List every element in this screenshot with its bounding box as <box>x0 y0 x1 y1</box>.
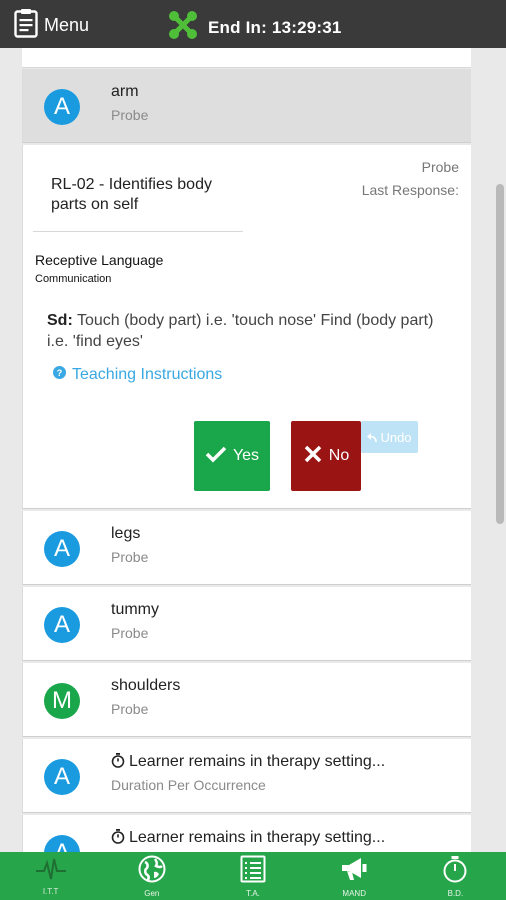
help-icon: ? <box>53 366 66 384</box>
nav-item-itt[interactable]: I.T.T <box>0 852 101 900</box>
item-title: legs <box>111 525 141 542</box>
menu-button[interactable]: Menu <box>14 8 89 42</box>
item-title-row: Learner remains in therapy setting... <box>111 753 385 773</box>
list-item[interactable]: A legs Probe <box>22 511 471 585</box>
x-icon <box>303 444 323 469</box>
top-bar: Menu End In: 13:29:31 <box>0 0 506 48</box>
item-title-row: Learner remains in therapy setting... <box>111 829 385 849</box>
undo-label: Undo <box>380 429 412 445</box>
trial-list[interactable]: A arm Probe RL-02 - Identifies body part… <box>0 48 506 852</box>
nav-label: B.D. <box>447 889 464 898</box>
item-title: tummy <box>111 601 159 618</box>
list-item[interactable]: A tummy Probe <box>22 587 471 661</box>
subdomain-label: Communication <box>35 273 112 285</box>
sd-instruction: Sd: Touch (body part) i.e. 'touch nose' … <box>47 310 437 352</box>
sd-label: Sd: <box>47 312 73 329</box>
bottom-nav: I.T.T Gen T.A. MAND B.D. <box>0 852 506 900</box>
level-badge: M <box>44 683 80 719</box>
timer-label: End In: 13:29:31 <box>208 17 342 37</box>
globe-icon <box>138 855 166 888</box>
divider <box>33 231 243 232</box>
nav-label: Gen <box>144 889 160 898</box>
sd-text: Touch (body part) i.e. 'touch nose' Find… <box>47 312 434 350</box>
level-badge: A <box>44 531 80 567</box>
svg-text:?: ? <box>57 368 63 378</box>
list-item-partial[interactable] <box>22 48 471 68</box>
item-subtitle: Probe <box>111 625 149 641</box>
item-subtitle: Probe <box>111 549 149 565</box>
probe-label: Probe <box>421 159 459 175</box>
target-detail-panel: RL-02 - Identifies body parts on self Pr… <box>22 145 471 509</box>
menu-label: Menu <box>44 14 90 35</box>
clipboard-icon <box>14 8 38 43</box>
target-name: RL-02 - Identifies body parts on self <box>51 176 212 213</box>
no-label: No <box>328 447 350 464</box>
no-button[interactable]: No <box>291 421 361 491</box>
nav-item-mand[interactable]: MAND <box>304 852 405 900</box>
yes-button[interactable]: Yes <box>194 421 270 491</box>
item-subtitle: Probe <box>111 701 149 717</box>
session-timer: End In: 13:29:31 <box>168 10 342 45</box>
scrollbar-track <box>471 48 493 852</box>
list-item[interactable]: A Learner remains in therapy setting... <box>22 815 471 852</box>
undo-arrow-icon <box>367 430 378 445</box>
stopwatch-icon <box>111 753 125 773</box>
megaphone-icon <box>339 855 369 888</box>
heartbeat-icon <box>35 855 67 886</box>
nav-label: MAND <box>342 889 366 898</box>
last-response-label: Last Response: <box>361 182 459 198</box>
item-title: Learner remains in therapy setting... <box>129 753 386 770</box>
nav-item-gen[interactable]: Gen <box>101 852 202 900</box>
item-title: Learner remains in therapy setting... <box>129 829 386 846</box>
item-subtitle: Probe <box>111 107 149 123</box>
nav-label: T.A. <box>246 889 260 898</box>
domain-label: Receptive Language <box>35 252 164 268</box>
item-title: arm <box>111 83 139 100</box>
list-item[interactable]: A Learner remains in therapy setting... … <box>22 739 471 813</box>
yes-label: Yes <box>232 447 260 464</box>
scrollbar-thumb[interactable] <box>496 184 504 524</box>
undo-button[interactable]: Undo <box>361 421 418 453</box>
nav-label: I.T.T <box>42 887 59 896</box>
stopwatch-icon <box>111 829 125 849</box>
list-icon <box>240 855 266 888</box>
check-icon <box>205 445 227 468</box>
list-item-selected[interactable]: A arm Probe <box>22 69 471 143</box>
logo-icon <box>168 10 198 45</box>
level-badge: A <box>44 607 80 643</box>
nav-item-bd[interactable]: B.D. <box>405 852 506 900</box>
nav-item-ta[interactable]: T.A. <box>202 852 303 900</box>
teaching-instructions-link[interactable]: ? Teaching Instructions <box>53 366 222 384</box>
stopwatch-icon <box>442 855 468 888</box>
level-badge: A <box>44 759 80 795</box>
level-badge: A <box>44 89 80 125</box>
item-subtitle: Duration Per Occurrence <box>111 777 266 793</box>
teaching-instructions-label: Teaching Instructions <box>72 366 223 383</box>
item-title: shoulders <box>111 677 181 694</box>
level-badge: A <box>44 835 80 852</box>
list-item[interactable]: M shoulders Probe <box>22 663 471 737</box>
